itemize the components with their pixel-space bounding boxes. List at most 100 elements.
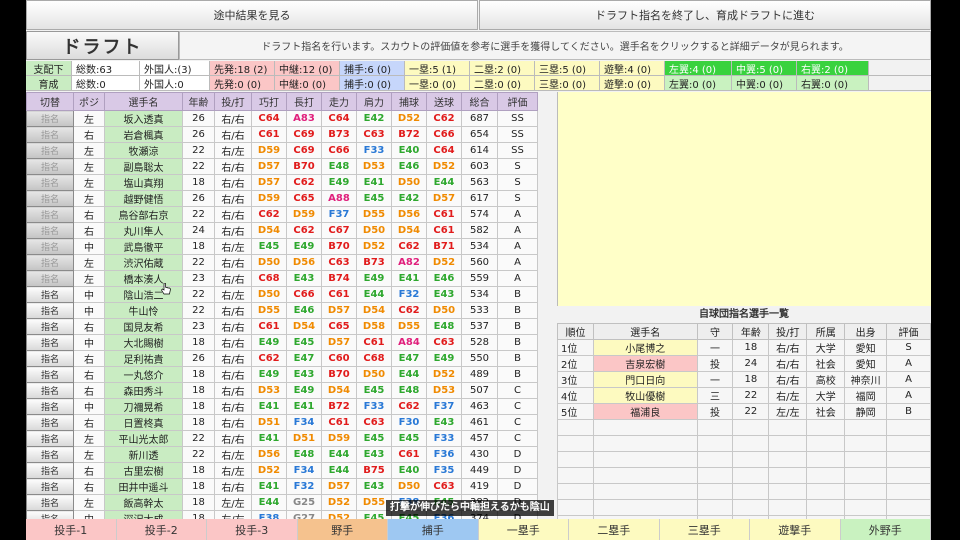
pick-name-link[interactable]: 福浦良 — [592, 403, 698, 420]
table-row: 指名右日置柊真 18 右/右 D51 F34 C61 C63 F30 E43 461 C — [26, 414, 538, 431]
player-name-link[interactable]: 国見友希 — [104, 318, 183, 335]
draft-pick-button[interactable]: 指名 — [26, 494, 74, 511]
tab-position[interactable]: 野手 — [297, 519, 388, 540]
pick-position: 投 — [696, 403, 734, 420]
draft-pick-button[interactable]: 指名 — [26, 430, 74, 447]
ability-value: C62 — [251, 350, 287, 367]
player-name-link[interactable]: 古里宏樹 — [104, 462, 183, 479]
position-tabs: 投手-1 投手-2 投手-3 野手 捕手 一塁手 二塁手 三塁手 遊撃手 外野手 — [26, 519, 931, 540]
player-position: 左 — [73, 190, 105, 207]
column-header: 評価 — [497, 92, 538, 111]
draft-pick-button[interactable]: 指名 — [26, 382, 74, 399]
player-name-link[interactable]: 足利祐貴 — [104, 350, 183, 367]
empty-cell — [592, 499, 698, 516]
empty-cell — [732, 435, 770, 452]
ability-value: E49 — [426, 350, 462, 367]
pick-name-link[interactable]: 小尾博之 — [592, 339, 698, 356]
pick-organization: 高校 — [806, 371, 846, 388]
draft-pick-button[interactable]: 指名 — [26, 318, 74, 335]
tab-position[interactable]: 外野手 — [840, 519, 931, 540]
player-name-link[interactable]: 坂入透真 — [104, 110, 183, 127]
empty-cell — [768, 467, 808, 484]
table-row: 指名右森田秀斗 18 右/右 D53 E49 D54 E45 E48 D53 507 C — [26, 382, 538, 399]
player-grade: C — [497, 430, 538, 447]
draft-pick-button[interactable]: 指名 — [26, 366, 74, 383]
player-name-link[interactable]: 副島聡太 — [104, 158, 183, 175]
ability-value: E48 — [286, 446, 322, 463]
pick-name-link[interactable]: 牧山優樹 — [592, 387, 698, 404]
player-total: 603 — [461, 158, 498, 175]
tab-position[interactable]: 捕手 — [388, 519, 479, 540]
player-name-link[interactable]: 飯高幹太 — [104, 494, 183, 511]
empty-cell — [732, 467, 770, 484]
ability-value: C62 — [426, 110, 462, 127]
player-name-link[interactable]: 平山光太郎 — [104, 430, 183, 447]
pick-name-link[interactable]: 門口日向 — [592, 371, 698, 388]
ability-value: D54 — [391, 222, 427, 239]
player-name-link[interactable]: 牧瀬涼 — [104, 142, 183, 159]
player-throw-bat: 右/左 — [214, 446, 252, 463]
summary-cell: 捕手:0 (0) — [340, 76, 405, 90]
ability-value: F34 — [286, 462, 322, 479]
tab-position[interactable]: 投手-2 — [116, 519, 207, 540]
tab-position[interactable]: 二塁手 — [569, 519, 660, 540]
ability-value: D52 — [251, 462, 287, 479]
player-name-link[interactable]: 新川透 — [104, 446, 183, 463]
table-row: 指名右国見友希 23 右/右 C61 D54 C65 D58 D55 E48 537 B — [26, 318, 538, 335]
tab-position[interactable]: 遊撃手 — [750, 519, 841, 540]
player-throw-bat: 右/右 — [214, 110, 252, 127]
tab-position[interactable]: 投手-1 — [26, 519, 117, 540]
ability-value: B72 — [391, 126, 427, 143]
tab-position[interactable]: 一塁手 — [478, 519, 569, 540]
candidate-table-header: 切替 ポジ 選手名 年齢 投/打 巧打 長打 走力 肩力 捕球 送球 総合 評価 — [26, 92, 538, 111]
table-row: 4位 牧山優樹三 22 右/左 大学 福岡 A — [557, 387, 931, 404]
player-name-link[interactable]: 丸川隼人 — [104, 222, 183, 239]
tab-position[interactable]: 三塁手 — [659, 519, 750, 540]
ability-value: E45 — [391, 430, 427, 447]
player-name-link[interactable]: 越野健悟 — [104, 190, 183, 207]
empty-cell — [592, 435, 698, 452]
player-name-link[interactable]: 刀禰晃希 — [104, 398, 183, 415]
player-name-link[interactable]: 一丸悠介 — [104, 366, 183, 383]
empty-cell — [844, 499, 888, 516]
ability-value: E45 — [356, 190, 392, 207]
player-name-link[interactable]: 武島徹平 — [104, 238, 183, 255]
draft-pick-button[interactable]: 指名 — [26, 398, 74, 415]
player-name-link[interactable]: 森田秀斗 — [104, 382, 183, 399]
player-age: 18 — [182, 174, 215, 191]
ability-value: B73 — [321, 126, 357, 143]
finish-draft-button[interactable]: ドラフト指名を終了し、育成ドラフトに進む — [479, 0, 931, 30]
draft-pick-button[interactable]: 指名 — [26, 446, 74, 463]
column-header: 送球 — [426, 92, 462, 111]
player-position: 右 — [73, 318, 105, 335]
draft-pick-button[interactable]: 指名 — [26, 350, 74, 367]
tab-position[interactable]: 投手-3 — [207, 519, 298, 540]
ability-value: A88 — [321, 190, 357, 207]
draft-pick-button[interactable]: 指名 — [26, 414, 74, 431]
draft-pick-button[interactable]: 指名 — [26, 302, 74, 319]
pick-name-link[interactable]: 吉泉宏樹 — [592, 355, 698, 372]
player-name-link[interactable]: 渋沢佑蔵 — [104, 254, 183, 271]
pick-grade: S — [886, 339, 931, 356]
draft-pick-button[interactable]: 指名 — [26, 478, 74, 495]
draft-pick-button[interactable]: 指名 — [26, 462, 74, 479]
player-name-link[interactable]: 田井中遥斗 — [104, 478, 183, 495]
player-name-link[interactable]: 岩倉楓真 — [104, 126, 183, 143]
player-throw-bat: 右/右 — [214, 190, 252, 207]
player-name-link[interactable]: 日置柊真 — [104, 414, 183, 431]
player-name-link[interactable]: 牛山怜 — [104, 302, 183, 319]
empty-cell — [557, 483, 594, 500]
ability-value: B72 — [321, 398, 357, 415]
draft-pick-button[interactable]: 指名 — [26, 334, 74, 351]
ability-value: C65 — [321, 318, 357, 335]
view-midway-results-button[interactable]: 途中結果を見る — [26, 0, 478, 30]
summary-cell: 三塁:5 (0) — [535, 61, 600, 75]
draft-pick-button[interactable]: 指名 — [26, 286, 74, 303]
pick-grade: A — [886, 355, 931, 372]
table-row: 指名左坂入透真 26 右/右 C64 A83 C64 E42 D52 C62 687 SS — [26, 110, 538, 127]
player-name-link[interactable]: 鳥谷部右京 — [104, 206, 183, 223]
player-position: 右 — [73, 350, 105, 367]
player-name-link[interactable]: 塩山真翔 — [104, 174, 183, 191]
ability-value: G25 — [286, 494, 322, 511]
player-name-link[interactable]: 大北賜樹 — [104, 334, 183, 351]
